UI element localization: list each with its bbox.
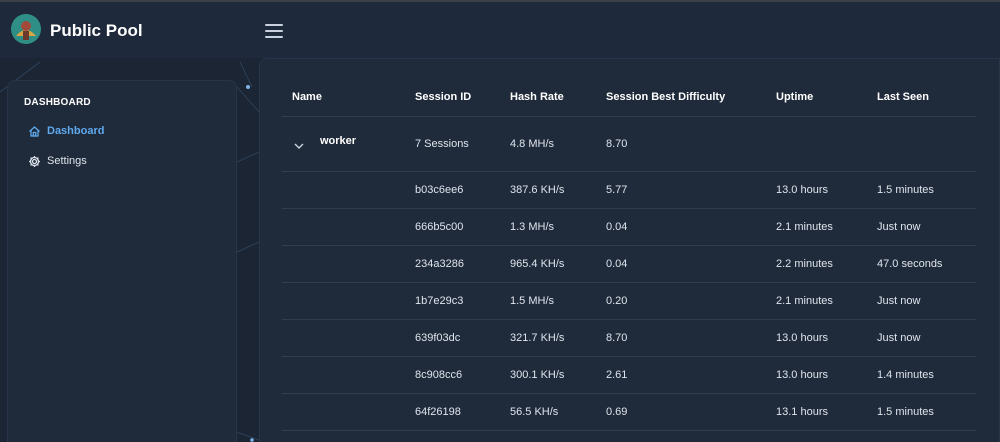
last-seen-cell: Just now xyxy=(867,282,976,320)
top-bar: Public Pool xyxy=(0,2,1000,58)
sidebar-heading: DASHBOARD xyxy=(24,97,91,108)
uptime-cell: 13.0 hours xyxy=(766,319,867,357)
hash-rate-cell: 1.3 MH/s xyxy=(500,208,596,246)
chevron-down-icon[interactable] xyxy=(292,139,306,153)
name-cell xyxy=(282,319,405,357)
table-row: b03c6ee6 387.6 KH/s 5.77 13.0 hours 1.5 … xyxy=(282,171,976,209)
session-id-cell: b03c6ee6 xyxy=(405,171,500,209)
last-seen-cell: Just now xyxy=(867,208,976,246)
best-difficulty-cell: 8.70 xyxy=(596,319,766,357)
last-seen-cell: 1.4 minutes xyxy=(867,356,976,394)
session-id-cell: 8c908cc6 xyxy=(405,356,500,394)
name-cell xyxy=(282,245,405,283)
session-id-cell: 1b7e29c3 xyxy=(405,282,500,320)
table-row: 1b7e29c3 1.5 MH/s 0.20 2.1 minutes Just … xyxy=(282,282,976,320)
column-header-last-seen[interactable]: Last Seen xyxy=(867,79,976,117)
worker-uptime xyxy=(766,116,867,172)
name-cell xyxy=(282,393,405,431)
best-difficulty-cell: 2.61 xyxy=(596,356,766,394)
best-difficulty-cell: 0.69 xyxy=(596,393,766,431)
sidebar-item-dashboard[interactable]: Dashboard xyxy=(28,121,218,141)
last-seen-cell: 1.5 minutes xyxy=(867,393,976,431)
last-seen-cell: Just now xyxy=(867,319,976,357)
name-cell xyxy=(282,208,405,246)
app-window: Public Pool DASHBOARD Dashboard Settings… xyxy=(0,0,1000,442)
worker-group-row[interactable]: worker 7 Sessions 4.8 MH/s 8.70 xyxy=(282,116,976,172)
hash-rate-cell: 300.1 KH/s xyxy=(500,356,596,394)
table-row: 234a3286 965.4 KH/s 0.04 2.2 minutes 47.… xyxy=(282,245,976,283)
column-header-uptime[interactable]: Uptime xyxy=(766,79,867,117)
table-row: 666b5c00 1.3 MH/s 0.04 2.1 minutes Just … xyxy=(282,208,976,246)
worker-name-cell: worker xyxy=(282,116,405,172)
sidebar-item-label: Settings xyxy=(47,155,87,167)
sidebar-item-settings[interactable]: Settings xyxy=(28,151,218,171)
uptime-cell: 13.1 hours xyxy=(766,393,867,431)
sessions-table: Name Session ID Hash Rate Session Best D… xyxy=(282,79,976,431)
hamburger-menu-icon[interactable] xyxy=(265,24,285,38)
worker-best-difficulty: 8.70 xyxy=(596,116,766,172)
name-cell xyxy=(282,356,405,394)
uptime-cell: 2.1 minutes xyxy=(766,282,867,320)
best-difficulty-cell: 5.77 xyxy=(596,171,766,209)
sidebar: DASHBOARD Dashboard Settings xyxy=(7,80,237,442)
column-header-name[interactable]: Name xyxy=(282,79,405,117)
best-difficulty-cell: 0.04 xyxy=(596,245,766,283)
workers-panel: Name Session ID Hash Rate Session Best D… xyxy=(259,58,1000,442)
last-seen-cell: 1.5 minutes xyxy=(867,171,976,209)
hash-rate-cell: 387.6 KH/s xyxy=(500,171,596,209)
name-cell xyxy=(282,171,405,209)
table-row: 639f03dc 321.7 KH/s 8.70 13.0 hours Just… xyxy=(282,319,976,357)
hash-rate-cell: 56.5 KH/s xyxy=(500,393,596,431)
hash-rate-cell: 1.5 MH/s xyxy=(500,282,596,320)
name-cell xyxy=(282,282,405,320)
uptime-cell: 13.0 hours xyxy=(766,356,867,394)
table-row: 8c908cc6 300.1 KH/s 2.61 13.0 hours 1.4 … xyxy=(282,356,976,394)
last-seen-cell: 47.0 seconds xyxy=(867,245,976,283)
worker-hash-rate: 4.8 MH/s xyxy=(500,116,596,172)
column-header-hash-rate[interactable]: Hash Rate xyxy=(500,79,596,117)
hash-rate-cell: 965.4 KH/s xyxy=(500,245,596,283)
session-id-cell: 666b5c00 xyxy=(405,208,500,246)
uptime-cell: 2.2 minutes xyxy=(766,245,867,283)
session-id-cell: 64f26198 xyxy=(405,393,500,431)
worker-name: worker xyxy=(320,135,357,148)
table-row: 64f26198 56.5 KH/s 0.69 13.1 hours 1.5 m… xyxy=(282,393,976,431)
uptime-cell: 2.1 minutes xyxy=(766,208,867,246)
app-title: Public Pool xyxy=(50,21,143,40)
table-header-row: Name Session ID Hash Rate Session Best D… xyxy=(282,79,976,117)
worker-session-count: 7 Sessions xyxy=(405,116,500,172)
best-difficulty-cell: 0.04 xyxy=(596,208,766,246)
column-header-session-id[interactable]: Session ID xyxy=(405,79,500,117)
column-header-best-difficulty[interactable]: Session Best Difficulty xyxy=(596,79,766,117)
best-difficulty-cell: 0.20 xyxy=(596,282,766,320)
session-id-cell: 639f03dc xyxy=(405,319,500,357)
gear-icon xyxy=(28,155,41,168)
hash-rate-cell: 321.7 KH/s xyxy=(500,319,596,357)
logo-icon xyxy=(11,14,41,44)
sidebar-item-label: Dashboard xyxy=(47,125,105,137)
worker-last-seen xyxy=(867,116,976,172)
uptime-cell: 13.0 hours xyxy=(766,171,867,209)
session-id-cell: 234a3286 xyxy=(405,245,500,283)
home-icon xyxy=(28,125,41,138)
